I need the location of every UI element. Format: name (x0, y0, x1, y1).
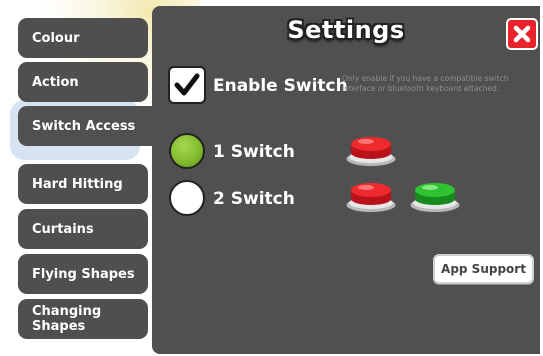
red-switch-button-icon (345, 183, 397, 213)
app-support-button[interactable]: App Support (433, 254, 534, 284)
tab-label: Action (32, 74, 79, 90)
enable-switch-checkbox[interactable] (168, 66, 206, 104)
tab-action[interactable]: Action (18, 62, 148, 102)
tab-hard-hitting[interactable]: Hard Hitting (18, 164, 148, 204)
radio-2-switch-label: 2 Switch (213, 189, 295, 209)
tab-label: Switch Access (32, 118, 136, 134)
enable-switch-note: Only enable if you have a compatible swi… (342, 74, 509, 93)
tab-label: Flying Shapes (32, 266, 135, 282)
close-button[interactable] (506, 18, 538, 50)
page-title: Settings (287, 16, 405, 44)
close-icon (513, 25, 531, 43)
tab-curtains[interactable]: Curtains (18, 209, 148, 249)
green-switch-button-icon (409, 183, 461, 213)
tab-flying-shapes[interactable]: Flying Shapes (18, 254, 148, 294)
checkmark-icon (174, 73, 200, 96)
tab-switch-access[interactable]: Switch Access (18, 106, 178, 146)
radio-1-switch-label: 1 Switch (213, 142, 295, 162)
tab-colour[interactable]: Colour (18, 18, 148, 58)
tab-label: Changing Shapes (32, 304, 102, 334)
tab-label: Colour (32, 30, 80, 46)
radio-1-switch[interactable] (169, 133, 205, 169)
tab-label: Hard Hitting (32, 176, 123, 192)
red-switch-button-icon (345, 137, 397, 167)
enable-switch-label: Enable Switch (213, 76, 348, 96)
tab-label: Curtains (32, 221, 94, 237)
tab-changing-shapes[interactable]: Changing Shapes (18, 299, 148, 339)
radio-2-switch[interactable] (169, 180, 205, 216)
